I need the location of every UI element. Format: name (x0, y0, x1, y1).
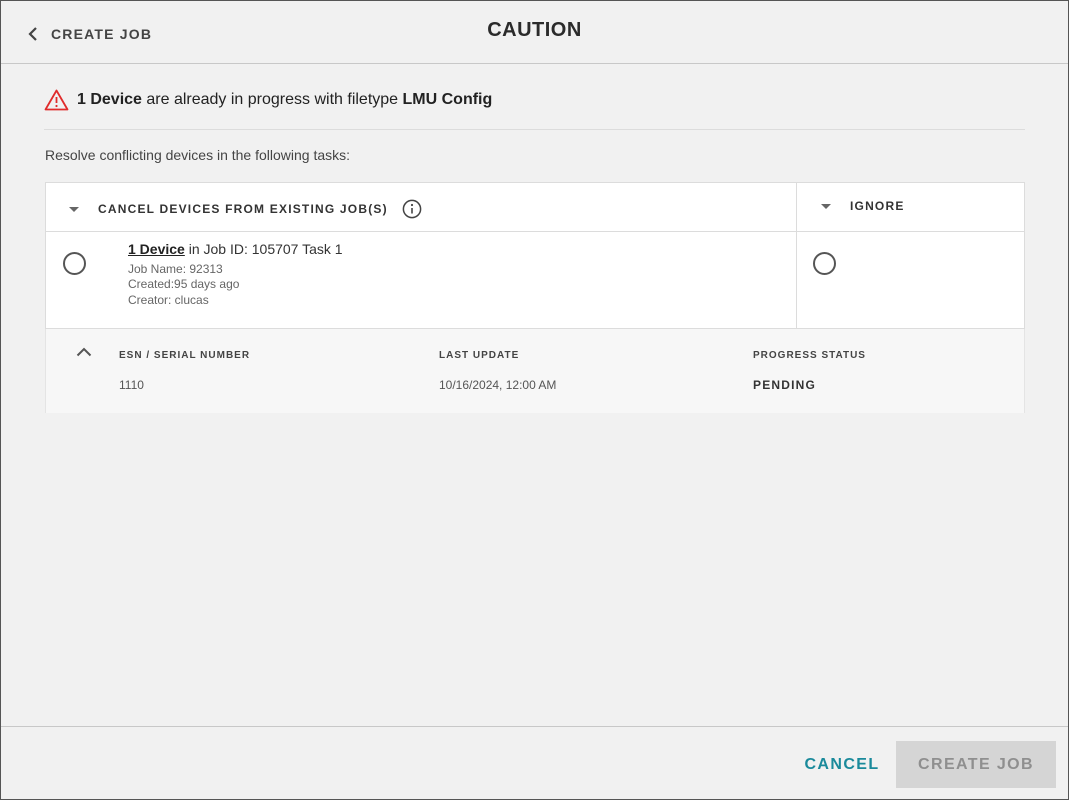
chevron-up-icon[interactable] (76, 347, 92, 357)
job-created: Created:95 days ago (128, 277, 240, 291)
column-header-ignore: IGNORE (821, 199, 905, 213)
esn-value: 1110 (119, 378, 144, 392)
conflict-table: CANCEL DEVICES FROM EXISTING JOB(S) IGNO… (45, 182, 1025, 329)
ignore-radio[interactable] (813, 252, 836, 275)
column-header-cancel: CANCEL DEVICES FROM EXISTING JOB(S) (69, 199, 422, 219)
last-update-value: 10/16/2024, 12:00 AM (439, 378, 557, 392)
job-creator: Creator: clucas (128, 293, 209, 307)
cancel-button[interactable]: CANCEL (803, 741, 881, 788)
job-id-text: in Job ID: 105707 Task 1 (184, 241, 343, 257)
warning-triangle-icon (44, 89, 69, 111)
caution-dialog: CREATE JOB CAUTION 1 Device are already … (0, 0, 1069, 800)
cancel-devices-radio[interactable] (63, 252, 86, 275)
warning-middle-text: are already in progress with filetype (141, 91, 403, 108)
warning-text: 1 Device are already in progress with fi… (77, 91, 492, 109)
divider (44, 129, 1025, 130)
job-name: Job Name: 92313 (128, 262, 223, 276)
caret-down-icon[interactable] (821, 203, 831, 209)
status-badge: PENDING (753, 378, 817, 392)
column-divider (796, 183, 797, 328)
job-summary: 1 Device in Job ID: 105707 Task 1 (128, 241, 343, 257)
row-divider (46, 231, 1024, 232)
column-header-cancel-label: CANCEL DEVICES FROM EXISTING JOB(S) (98, 202, 388, 216)
device-link[interactable]: 1 Device (128, 241, 185, 257)
page-title: CAUTION (487, 19, 582, 41)
warning-filetype: LMU Config (402, 91, 493, 108)
warning-message: 1 Device are already in progress with fi… (44, 89, 492, 111)
dialog-header: CREATE JOB CAUTION (1, 1, 1068, 64)
column-header-ignore-label: IGNORE (850, 199, 905, 213)
info-icon[interactable] (402, 199, 422, 219)
caret-down-icon[interactable] (69, 206, 79, 212)
resolve-instructions: Resolve conflicting devices in the follo… (45, 147, 351, 163)
create-job-button[interactable]: CREATE JOB (896, 741, 1056, 788)
last-update-column-header: LAST UPDATE (439, 350, 520, 361)
device-detail-panel: ESN / SERIAL NUMBER LAST UPDATE PROGRESS… (45, 329, 1025, 413)
warning-device-count: 1 Device (77, 91, 142, 108)
esn-column-header: ESN / SERIAL NUMBER (119, 350, 251, 361)
progress-status-column-header: PROGRESS STATUS (753, 350, 866, 361)
